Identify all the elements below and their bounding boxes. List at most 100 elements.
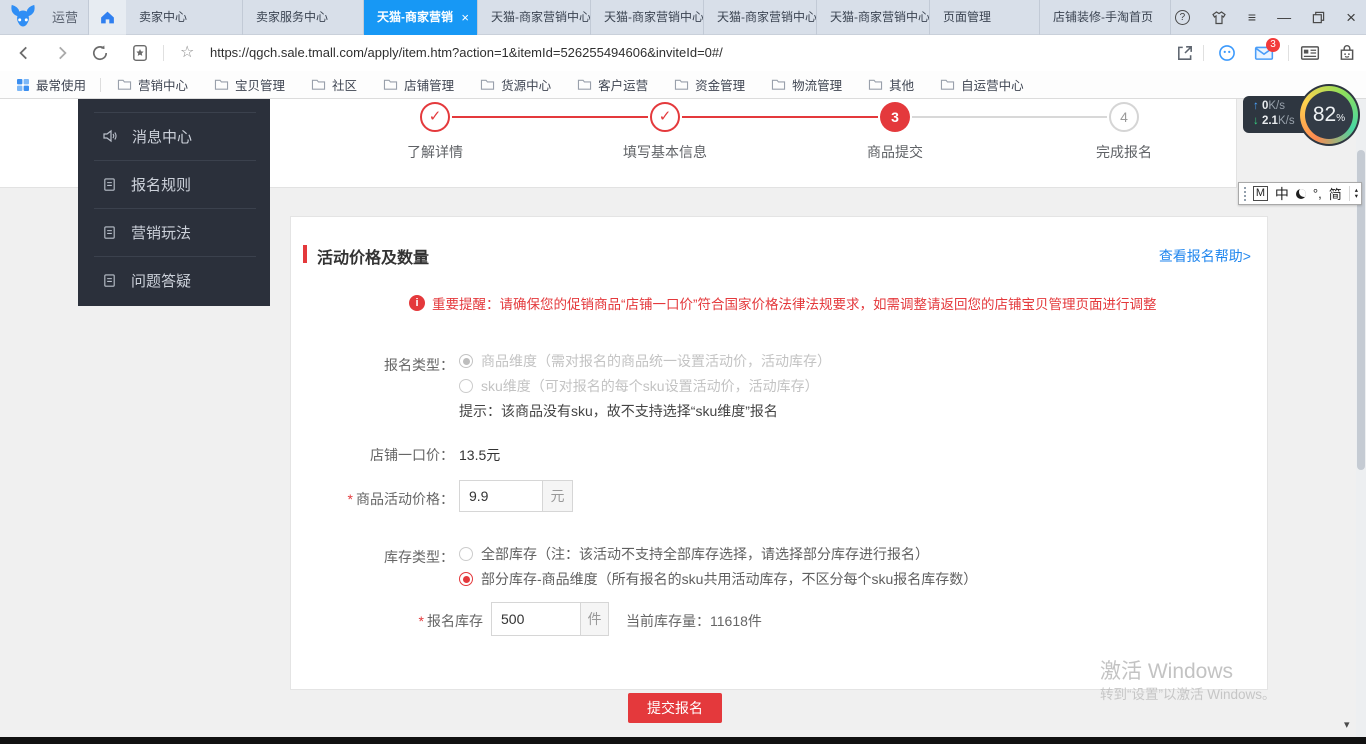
- ime-more-toggle[interactable]: ▴ ▾: [1349, 186, 1358, 201]
- sidebar-item-faq[interactable]: 问题答疑: [78, 256, 270, 304]
- qianniu-logo-icon[interactable]: [8, 3, 38, 32]
- gauge-value: 82: [1313, 103, 1336, 127]
- page-bookmark-icon[interactable]: [131, 44, 149, 62]
- signup-stock-input[interactable]: [491, 602, 581, 636]
- important-warning: i 重要提醒：请确保您的促销商品“店铺一口价”符合国家价格法律法规要求，如需调整…: [409, 293, 1157, 313]
- bookmark-folder-logistics[interactable]: 物流管理: [771, 75, 842, 94]
- bookmark-folder-supply[interactable]: 货源中心: [480, 75, 551, 94]
- mail-badge: 3: [1266, 38, 1280, 52]
- ime-mode-icon[interactable]: M: [1253, 186, 1268, 201]
- sidebar-item-message-center[interactable]: 消息中心: [78, 112, 270, 160]
- signup-stock-group: 件: [491, 602, 609, 636]
- activity-price-group: 元: [459, 480, 573, 512]
- divider: [1203, 45, 1204, 61]
- tab-tmall-marketing-center-1[interactable]: 天猫-商家营销中心: [478, 0, 591, 35]
- tab-tmall-marketing-center-2[interactable]: 天猫-商家营销中心: [591, 0, 704, 35]
- folder-icon: [117, 78, 132, 91]
- tab-tmall-marketing-active[interactable]: 天猫-商家营销 ×: [364, 0, 478, 35]
- skin-icon[interactable]: [1211, 10, 1227, 26]
- radio-selected[interactable]: [459, 572, 473, 586]
- tab-seller-service[interactable]: 卖家服务中心: [243, 0, 364, 35]
- speed-mode-icon[interactable]: [1218, 44, 1236, 62]
- tab-seller-center[interactable]: 卖家中心: [126, 0, 243, 35]
- stock-type-label: 库存类型：: [299, 547, 454, 567]
- card-panel-icon[interactable]: [1300, 44, 1320, 62]
- document-icon: [102, 273, 117, 288]
- minimize-icon[interactable]: —: [1277, 0, 1291, 35]
- required-mark: *: [419, 613, 424, 629]
- tab-strip: 卖家中心 卖家服务中心 天猫-商家营销 × 天猫-商家营销中心 天猫-商家营销中…: [126, 0, 1171, 35]
- step-2-circle: ✓: [650, 102, 680, 132]
- url-text[interactable]: https://qgch.sale.tmall.com/apply/item.h…: [210, 35, 723, 71]
- tab-page-management[interactable]: 页面管理: [930, 0, 1040, 35]
- restore-icon[interactable]: [1312, 11, 1325, 24]
- sidebar-item-signup-rules[interactable]: 报名规则: [78, 160, 270, 208]
- step-connector-pending: [912, 116, 1107, 118]
- tab-close-icon[interactable]: ×: [455, 0, 469, 35]
- favorite-star-icon[interactable]: ☆: [180, 42, 194, 62]
- bag-icon[interactable]: [1338, 44, 1356, 62]
- address-bar: ☆ https://qgch.sale.tmall.com/apply/item…: [0, 35, 1366, 71]
- open-external-icon[interactable]: [1176, 44, 1194, 62]
- download-speed: 2.1: [1262, 115, 1278, 127]
- speaker-icon: [102, 128, 118, 144]
- help-icon[interactable]: ?: [1175, 10, 1190, 25]
- menu-icon[interactable]: ≡: [1248, 0, 1256, 35]
- step-4-label: 完成报名: [1054, 142, 1194, 162]
- activity-price-label: *商品活动价格：: [299, 489, 454, 509]
- current-stock-text: 当前库存量：11618件: [626, 611, 762, 631]
- activity-price-input[interactable]: [459, 480, 543, 512]
- refresh-icon[interactable]: [91, 44, 109, 62]
- folder-icon: [214, 78, 229, 91]
- tab-tmall-marketing-center-3[interactable]: 天猫-商家营销中心: [704, 0, 817, 35]
- tab-tmall-marketing-center-4[interactable]: 天猫-商家营销中心: [817, 0, 930, 35]
- grid-icon: [16, 78, 30, 92]
- step-3-label: 商品提交: [825, 142, 965, 162]
- step-1-label: 了解详情: [365, 142, 505, 162]
- bookmark-folder-self-operation[interactable]: 自运营中心: [940, 75, 1024, 94]
- ime-toolbar: M 中 °, 简 ▴ ▾: [1238, 182, 1362, 205]
- bookmark-most-used[interactable]: 最常使用: [16, 75, 86, 94]
- folder-icon: [868, 78, 883, 91]
- memory-gauge-widget[interactable]: 82 %: [1298, 84, 1360, 146]
- step-4-circle: 4: [1109, 102, 1139, 132]
- sidebar-item-marketing-play[interactable]: 营销玩法: [78, 208, 270, 256]
- bookmark-label: 最常使用: [36, 75, 86, 94]
- folder-icon: [577, 78, 592, 91]
- workbench-label: 运营: [52, 0, 78, 35]
- bookmark-folder-community[interactable]: 社区: [311, 75, 357, 94]
- info-icon: i: [409, 295, 425, 311]
- bookmark-folder-items[interactable]: 宝贝管理: [214, 75, 285, 94]
- ime-drag-handle[interactable]: [1244, 187, 1246, 201]
- radio-unselected[interactable]: [459, 547, 473, 561]
- sku-hint-text: 提示：该商品没有sku，故不支持选择“sku维度”报名: [459, 401, 778, 421]
- stock-type-option-partial: 部分库存-商品维度（所有报名的sku共用活动库存，不区分每个sku报名库存数）: [459, 569, 977, 589]
- ime-halfwidth-moon-icon[interactable]: [1296, 189, 1306, 199]
- ime-chinese-icon[interactable]: 中: [1275, 184, 1289, 204]
- home-tab[interactable]: [88, 0, 126, 35]
- forward-icon[interactable]: [53, 44, 71, 62]
- back-icon[interactable]: [15, 44, 33, 62]
- sidebar-item-label: 消息中心: [132, 126, 192, 147]
- ime-simplified-icon[interactable]: 简: [1329, 184, 1342, 203]
- upload-arrow-icon: ↑: [1253, 100, 1259, 112]
- folder-icon: [771, 78, 786, 91]
- close-icon[interactable]: ×: [1346, 0, 1356, 35]
- bookmark-folder-marketing[interactable]: 营销中心: [117, 75, 188, 94]
- bookmark-folder-funds[interactable]: 资金管理: [674, 75, 745, 94]
- submit-button[interactable]: 提交报名: [628, 693, 722, 723]
- windows-activation-hint: 转到“设置”以激活 Windows。: [1100, 683, 1276, 703]
- folder-icon: [311, 78, 326, 91]
- bookmark-folder-customer[interactable]: 客户运营: [577, 75, 648, 94]
- step-2-label: 填写基本信息: [595, 142, 735, 162]
- tab-shop-decorate[interactable]: 店铺装修-手淘首页: [1040, 0, 1171, 35]
- bookmark-folder-shop[interactable]: 店铺管理: [383, 75, 454, 94]
- sidebar-item-label: 营销玩法: [131, 222, 191, 243]
- ime-punctuation-icon[interactable]: °,: [1313, 186, 1322, 201]
- help-link[interactable]: 查看报名帮助>: [1159, 246, 1251, 266]
- signup-type-option-sku: sku维度（可对报名的每个sku设置活动价，活动库存）: [459, 376, 819, 396]
- download-arrow-icon: ↓: [1253, 115, 1259, 127]
- divider: [100, 78, 101, 92]
- scroll-down-icon[interactable]: ▾: [1344, 718, 1350, 731]
- bookmark-folder-other[interactable]: 其他: [868, 75, 914, 94]
